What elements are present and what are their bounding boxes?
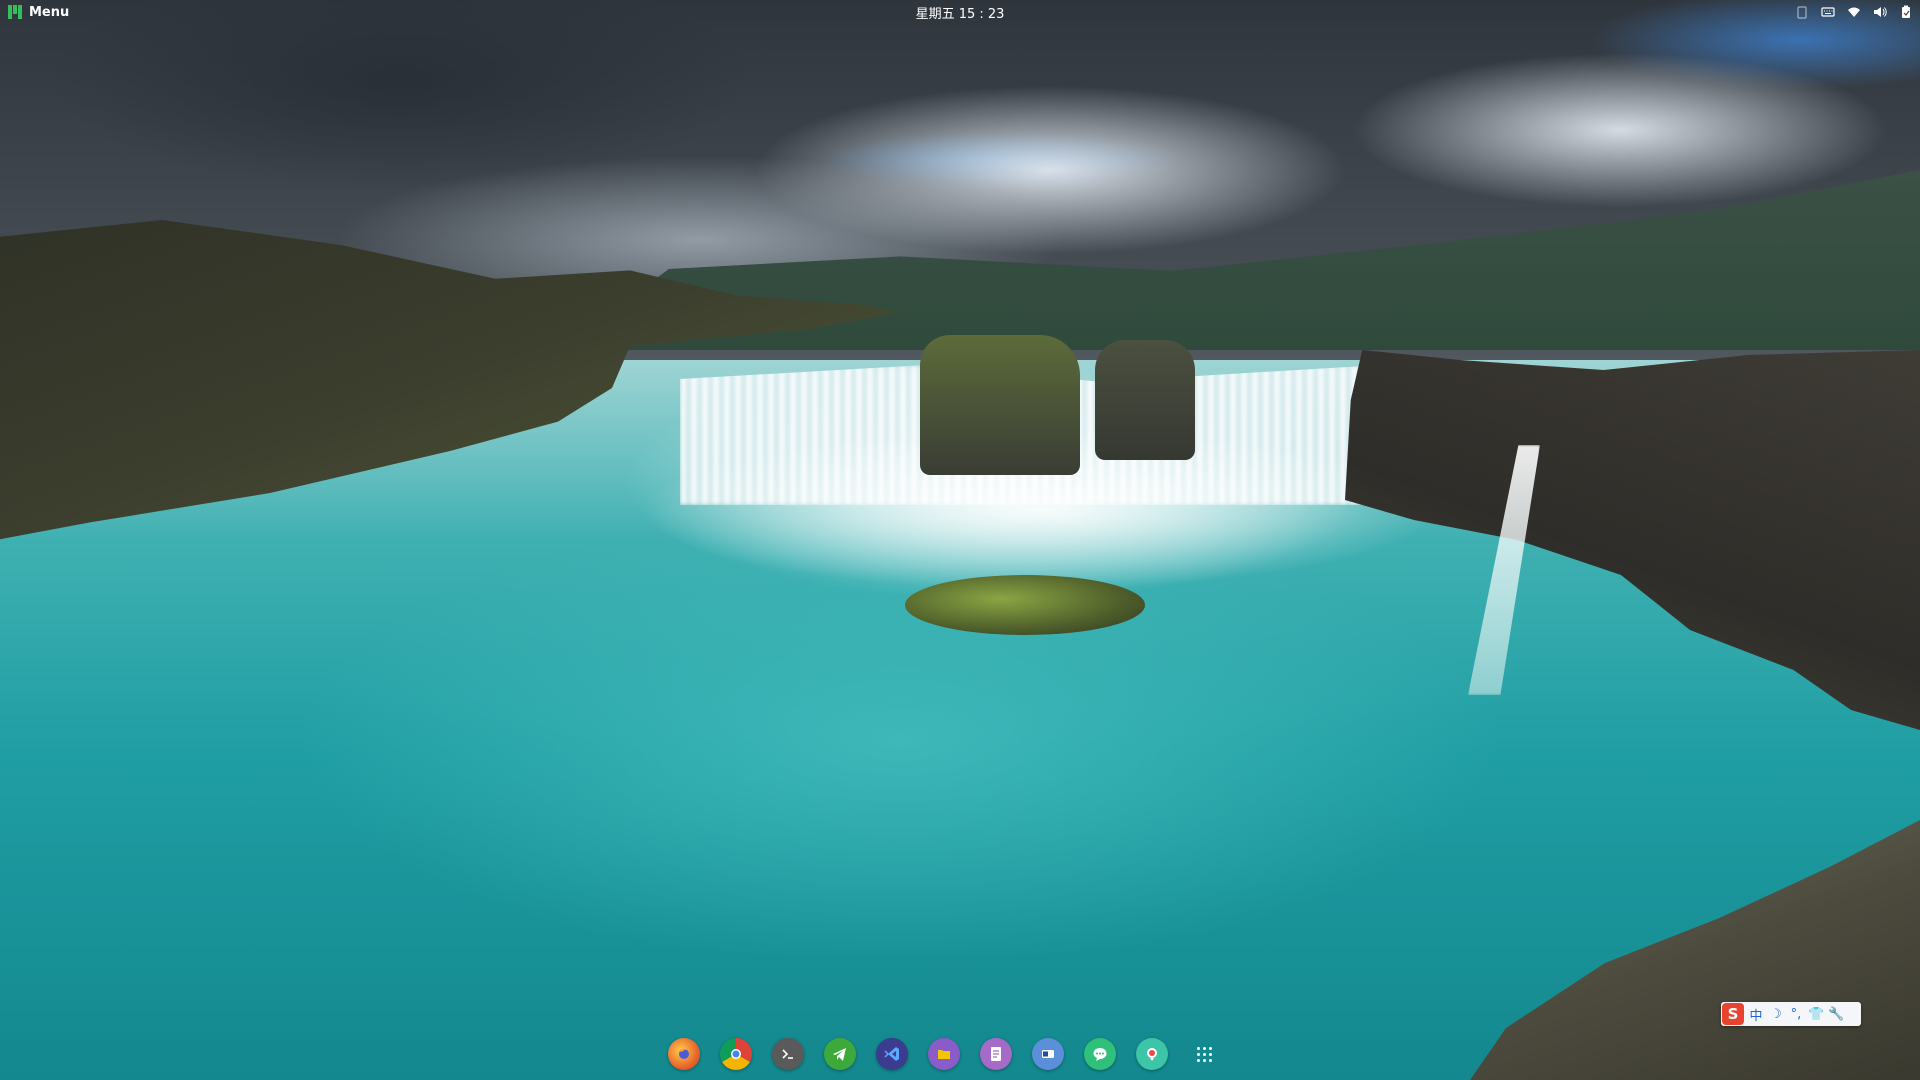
vscode-icon[interactable] (876, 1038, 908, 1070)
menu-label: Menu (29, 4, 70, 20)
moon-icon[interactable]: ☽ (1768, 1007, 1784, 1022)
chrome-icon[interactable] (720, 1038, 752, 1070)
keyboard-icon[interactable] (1820, 4, 1836, 20)
wrench-icon[interactable]: 🔧 (1828, 1007, 1844, 1022)
input-method-toolbar: S 中 ☽ °, 👕 🔧 (1721, 1002, 1861, 1026)
screen-recorder-icon[interactable] (1136, 1038, 1168, 1070)
volume-icon[interactable] (1872, 4, 1888, 20)
files-icon[interactable] (928, 1038, 960, 1070)
battery-icon[interactable] (1898, 4, 1914, 20)
app-menu-button[interactable]: Menu (0, 5, 69, 20)
window-switcher-icon[interactable] (1032, 1038, 1064, 1070)
shirt-icon[interactable]: 👕 (1808, 1007, 1824, 1022)
center-rock-2 (1095, 340, 1195, 460)
manjaro-logo-icon (8, 5, 22, 19)
top-panel: Menu 星期五 15 : 23 (0, 0, 1920, 24)
moss-island (905, 575, 1145, 635)
telegram-icon[interactable] (824, 1038, 856, 1070)
app-launcher-grid-icon[interactable] (1188, 1038, 1220, 1070)
dock (668, 1032, 1220, 1076)
clipboard-icon[interactable] (1794, 4, 1810, 20)
center-rock (920, 335, 1080, 475)
system-tray (1794, 4, 1914, 20)
clock[interactable]: 星期五 15 : 23 (916, 3, 1005, 22)
firefox-icon[interactable] (668, 1038, 700, 1070)
terminal-icon[interactable] (772, 1038, 804, 1070)
desktop-wallpaper (0, 0, 1920, 1080)
sogou-logo-icon[interactable]: S (1722, 1003, 1744, 1025)
ime-mode-toggle[interactable]: 中 (1748, 1005, 1764, 1024)
text-editor-icon[interactable] (980, 1038, 1012, 1070)
wifi-icon[interactable] (1846, 4, 1862, 20)
punctuation-icon[interactable]: °, (1788, 1007, 1804, 1022)
chat-icon[interactable] (1084, 1038, 1116, 1070)
